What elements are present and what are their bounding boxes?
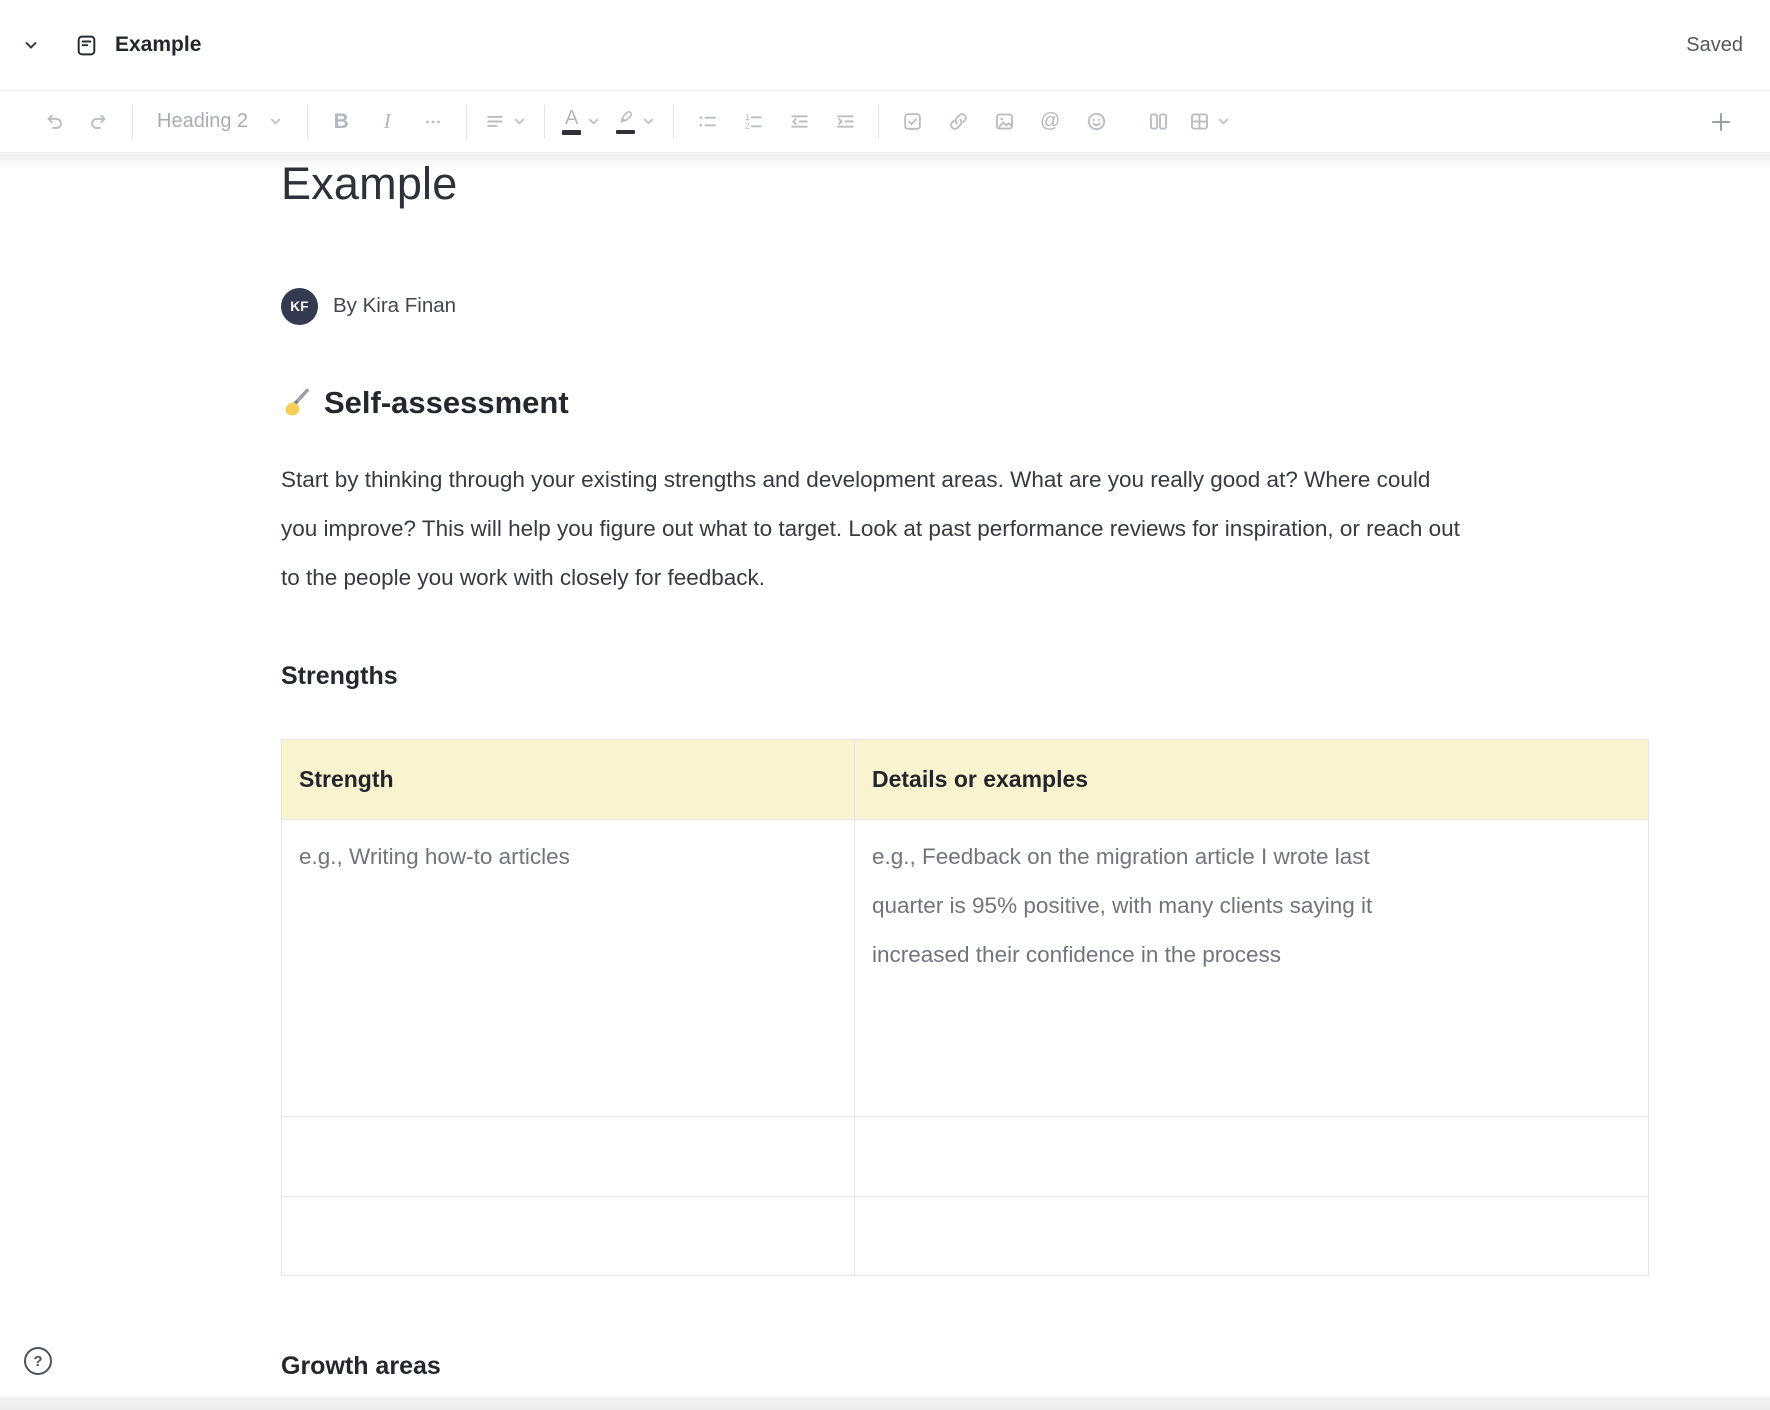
text-color-icon: A: [565, 108, 578, 128]
emoji-icon: [1085, 110, 1108, 133]
mention-button[interactable]: @: [1027, 101, 1073, 143]
svg-text:2: 2: [744, 121, 749, 131]
link-icon: [947, 110, 970, 133]
text-color-button[interactable]: A: [555, 101, 608, 143]
question-mark-icon: ?: [33, 1353, 42, 1370]
growth-areas-heading[interactable]: Growth areas: [281, 1352, 1648, 1381]
toolbar-divider: [307, 105, 308, 139]
link-button[interactable]: [935, 101, 981, 143]
toolbar-divider: [466, 105, 467, 139]
chevron-down-icon: [20, 34, 42, 56]
strengths-heading[interactable]: Strengths: [281, 662, 1648, 691]
chevron-down-icon: [641, 114, 656, 129]
editor-window: Example Saved Heading 2 B I A: [0, 0, 1770, 1410]
table-header-strength[interactable]: Strength: [282, 739, 855, 819]
table-cell[interactable]: [855, 1116, 1649, 1196]
chevron-down-icon: [268, 114, 283, 129]
image-button[interactable]: [981, 101, 1027, 143]
bold-button[interactable]: B: [318, 101, 364, 143]
checklist-button[interactable]: [889, 101, 935, 143]
mention-icon: @: [1040, 110, 1060, 133]
outdent-icon: [788, 110, 811, 133]
table-row: e.g., Writing how-to articles e.g., Feed…: [282, 819, 1649, 1116]
author-avatar[interactable]: KF: [281, 288, 318, 325]
page-title[interactable]: Example: [281, 158, 1648, 210]
undo-icon: [42, 110, 65, 133]
cell-text: e.g., Feedback on the migration article …: [872, 832, 1434, 979]
highlighter-icon: [615, 109, 636, 128]
columns-icon: [1147, 110, 1170, 133]
save-status: Saved: [1686, 34, 1743, 57]
table-icon: [1188, 110, 1211, 133]
chevron-down-icon: [512, 114, 527, 129]
table-cell[interactable]: e.g., Feedback on the migration article …: [855, 819, 1649, 1116]
columns-button[interactable]: [1135, 101, 1181, 143]
intro-paragraph[interactable]: Start by thinking through your existing …: [281, 455, 1466, 602]
cell-text: e.g., Writing how-to articles: [299, 832, 838, 881]
byline: KF By Kira Finan: [281, 288, 1648, 325]
highlight-bar: [616, 130, 635, 135]
document-icon: [70, 29, 103, 62]
numbered-list-button[interactable]: 12: [730, 101, 776, 143]
writing-hand-emoji-icon: [281, 387, 312, 418]
outdent-button[interactable]: [776, 101, 822, 143]
chevron-down-icon: [586, 114, 601, 129]
formatting-toolbar: Heading 2 B I A: [0, 90, 1770, 153]
image-icon: [993, 110, 1016, 133]
checklist-icon: [901, 110, 924, 133]
help-button[interactable]: ?: [24, 1347, 52, 1375]
table-header-row: Strength Details or examples: [282, 739, 1649, 819]
table-cell[interactable]: [855, 1196, 1649, 1275]
bottom-edge: [0, 1396, 1770, 1410]
text-color-swatch: A: [562, 108, 581, 135]
strengths-table[interactable]: Strength Details or examples e.g., Writi…: [281, 739, 1649, 1276]
more-formatting-button[interactable]: [410, 101, 456, 143]
topbar: Example Saved: [0, 0, 1770, 90]
numbered-list-icon: 12: [742, 110, 765, 133]
alignment-button[interactable]: [477, 101, 534, 143]
italic-icon: I: [384, 109, 391, 134]
table-row: [282, 1116, 1649, 1196]
section-heading[interactable]: Self-assessment: [281, 385, 1648, 421]
bulleted-list-icon: [696, 110, 719, 133]
highlight-button[interactable]: [608, 101, 663, 143]
topbar-title: Example: [115, 33, 201, 57]
table-cell[interactable]: e.g., Writing how-to articles: [282, 819, 855, 1116]
redo-button[interactable]: [76, 101, 122, 143]
plus-icon: [1709, 110, 1733, 134]
indent-icon: [834, 110, 857, 133]
table-header-details[interactable]: Details or examples: [855, 739, 1649, 819]
table-button[interactable]: [1181, 101, 1238, 143]
byline-text: By Kira Finan: [333, 294, 456, 318]
emoji-button[interactable]: [1073, 101, 1119, 143]
indent-button[interactable]: [822, 101, 868, 143]
toolbar-divider: [878, 105, 879, 139]
collapse-chevron-button[interactable]: [16, 30, 46, 60]
toolbar-divider: [132, 105, 133, 139]
heading-style-select[interactable]: Heading 2: [143, 101, 297, 143]
chevron-down-icon: [1216, 114, 1231, 129]
insert-plus-button[interactable]: [1698, 101, 1744, 143]
table-row: [282, 1196, 1649, 1275]
section-title: Self-assessment: [324, 385, 569, 421]
bulleted-list-button[interactable]: [684, 101, 730, 143]
italic-button[interactable]: I: [364, 101, 410, 143]
table-cell[interactable]: [282, 1196, 855, 1275]
undo-button[interactable]: [30, 101, 76, 143]
text-color-bar: [562, 130, 581, 135]
table-cell[interactable]: [282, 1116, 855, 1196]
toolbar-divider: [544, 105, 545, 139]
heading-style-value: Heading 2: [157, 110, 248, 133]
align-left-icon: [484, 110, 507, 133]
document-canvas[interactable]: Example KF By Kira Finan Self-assessment…: [0, 158, 1770, 1381]
toolbar-divider: [673, 105, 674, 139]
highlight-swatch: [615, 109, 636, 135]
redo-icon: [88, 110, 111, 133]
bold-icon: B: [334, 110, 349, 134]
ellipsis-icon: [422, 111, 444, 133]
